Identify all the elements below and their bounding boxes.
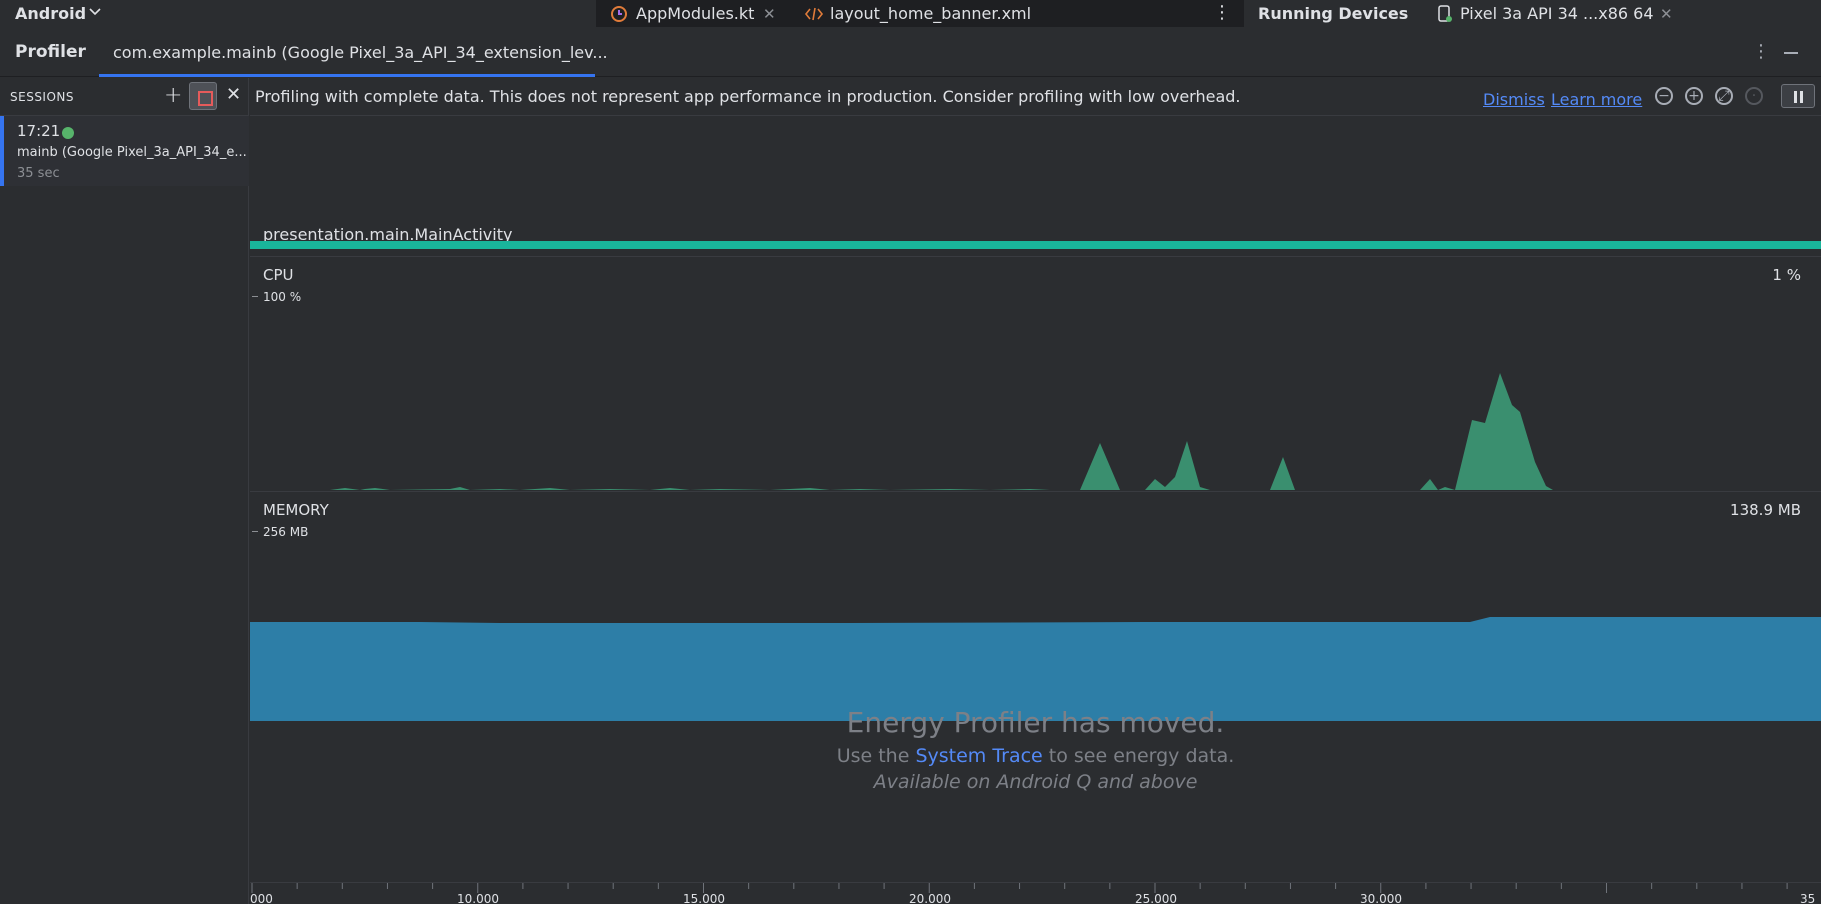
more-tabs-icon[interactable]: ⋮ (1213, 2, 1231, 23)
reset-zoom-icon[interactable]: ⤢ (1715, 87, 1733, 105)
collapse-sessions-icon[interactable]: ✕ (226, 84, 241, 105)
profiler-main: Profiling with complete data. This does … (250, 78, 1821, 904)
energy-title: Energy Profiler has moved. (846, 706, 1225, 739)
axis-label: 000 (250, 892, 273, 904)
memory-scale: 256 MB (263, 525, 309, 539)
banner-message: Profiling with complete data. This does … (255, 87, 1241, 106)
memory-graph (250, 617, 1821, 721)
cpu-scale-tick (252, 296, 258, 297)
energy-notice: Energy Profiler has moved. Use the Syste… (250, 706, 1821, 793)
chevron-down-icon[interactable] (89, 8, 101, 16)
top-bar: Android AppModules.kt ✕ layout_home_bann… (0, 0, 1821, 27)
activity-bar[interactable] (250, 241, 1821, 249)
dismiss-link[interactable]: Dismiss (1483, 90, 1545, 109)
energy-line: Use the System Trace to see energy data. (250, 745, 1821, 767)
tab-session[interactable]: com.example.mainb (Google Pixel_3a_API_3… (99, 27, 608, 77)
add-session-button[interactable]: + (164, 83, 182, 108)
session-tab-label: com.example.mainb (Google Pixel_3a_API_3… (113, 43, 608, 62)
editor-tabs: AppModules.kt ✕ layout_home_banner.xml ⋮ (596, 0, 1244, 27)
tab-layout-home-banner[interactable]: layout_home_banner.xml (830, 4, 1031, 23)
session-time: 17:21 (17, 122, 61, 140)
profiler-title: Profiler (15, 42, 86, 62)
cpu-scale: 100 % (263, 290, 302, 304)
sessions-panel: SESSIONS + ✕ 17:21 mainb (Google Pixel_3… (0, 78, 249, 904)
session-item[interactable]: 17:21 mainb (Google Pixel_3a_API_34_e...… (0, 116, 249, 186)
memory-title: MEMORY (263, 501, 329, 519)
running-devices-title: Running Devices (1258, 4, 1409, 23)
device-icon (1438, 5, 1452, 22)
memory-section[interactable]: MEMORY 256 MB 138.9 MB (250, 491, 1821, 726)
info-banner: Profiling with complete data. This does … (250, 78, 1821, 116)
session-active-indicator (62, 127, 74, 139)
energy-note: Available on Android Q and above (873, 771, 1198, 793)
close-icon[interactable]: ✕ (763, 5, 776, 23)
axis-label: 10.000 (457, 892, 499, 904)
more-options-icon[interactable]: ⋮ (1752, 41, 1770, 62)
session-duration: 35 sec (17, 166, 60, 181)
session-name: mainb (Google Pixel_3a_API_34_e... (17, 145, 247, 160)
profiler-header: Profiler com.example.mainb (Google Pixel… (0, 27, 1821, 77)
stop-session-button[interactable] (189, 82, 217, 110)
axis-label: 25.000 (1135, 892, 1177, 904)
project-view-selector[interactable]: Android (15, 4, 86, 23)
sessions-header: SESSIONS + ✕ (0, 78, 249, 116)
learn-more-link[interactable]: Learn more (1551, 90, 1642, 109)
axis-label: 20.000 (909, 892, 951, 904)
close-device-tab-icon[interactable]: ✕ (1660, 5, 1673, 23)
kotlin-file-icon (611, 6, 627, 22)
tab-device[interactable]: Pixel 3a API 34 ...x86 64 (1460, 4, 1654, 23)
xml-file-icon (804, 7, 824, 21)
memory-value: 138.9 MB (1730, 501, 1801, 519)
axis-label: 35 (1800, 892, 1816, 904)
energy-line-suffix: to see energy data. (1048, 745, 1235, 767)
attach-icon[interactable]: · (1745, 87, 1763, 105)
timeline-axis[interactable]: 000 10.000 15.000 20.000 25.000 30.000 3… (250, 882, 1821, 904)
cpu-title: CPU (263, 266, 294, 284)
axis-label: 30.000 (1360, 892, 1402, 904)
cpu-graph (250, 373, 1821, 490)
pause-live-button[interactable] (1781, 84, 1815, 108)
zoom-out-icon[interactable]: − (1655, 87, 1673, 105)
zoom-in-icon[interactable]: + (1685, 87, 1703, 105)
memory-scale-tick (252, 531, 258, 532)
axis-label: 15.000 (683, 892, 725, 904)
sessions-label: SESSIONS (10, 90, 75, 104)
energy-line-prefix: Use the (836, 745, 910, 767)
cpu-value: 1 % (1772, 266, 1801, 284)
tab-appmodules[interactable]: AppModules.kt (636, 4, 754, 23)
cpu-section[interactable]: CPU 100 % 1 % (250, 256, 1821, 491)
system-trace-link[interactable]: System Trace (915, 745, 1042, 767)
minimize-icon[interactable] (1784, 52, 1798, 54)
activity-row: presentation.main.MainActivity (250, 116, 1821, 256)
